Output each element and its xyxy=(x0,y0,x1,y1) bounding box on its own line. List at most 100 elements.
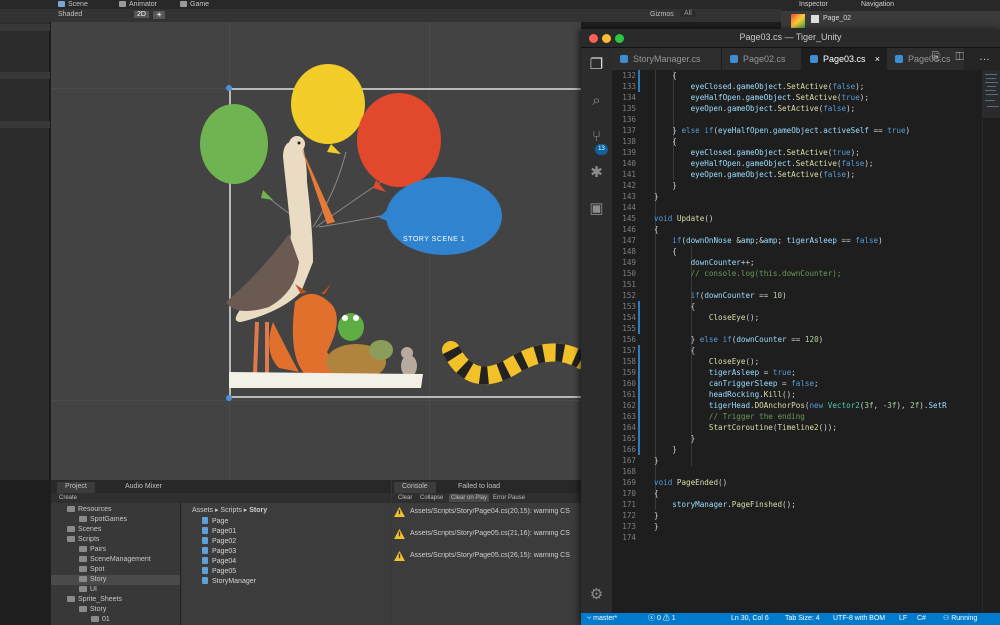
mode-2d-toggle[interactable]: 2D xyxy=(134,11,149,18)
code-line[interactable]: { xyxy=(654,136,677,147)
explorer-icon[interactable]: ❐ xyxy=(588,56,605,73)
tree-item-story-selected[interactable]: Story xyxy=(51,575,180,585)
console-row[interactable]: Assets/Scripts/Story/Page05.cs(21,16): w… xyxy=(392,529,581,543)
tree-item-spotgames[interactable]: SpotGames xyxy=(79,515,127,525)
file-item[interactable]: Page01 xyxy=(202,527,236,537)
code-line[interactable]: { xyxy=(654,301,696,312)
problems-status[interactable]: ⓧ 0 ⚠ 1 xyxy=(648,613,676,625)
code-line[interactable]: tigerAsleep = true; xyxy=(654,367,796,378)
tree-item-spot[interactable]: Spot xyxy=(79,565,104,575)
code-line[interactable]: } xyxy=(654,180,677,191)
close-tab-icon[interactable]: × xyxy=(875,48,880,70)
console-row[interactable]: Assets/Scripts/Story/Page04.cs(20,15): w… xyxy=(392,507,581,521)
file-item[interactable]: Page03 xyxy=(202,547,236,557)
code-line[interactable]: StartCoroutine(Timeline2()); xyxy=(654,422,837,433)
code-line[interactable]: eyeClosed.gameObject.SetActive(true); xyxy=(654,147,860,158)
code-line[interactable]: // Trigger the ending xyxy=(654,411,805,422)
hierarchy-row[interactable] xyxy=(0,24,50,31)
cursor-position[interactable]: Ln 30, Col 6 xyxy=(731,613,769,625)
hierarchy-row[interactable] xyxy=(0,121,50,128)
clear-button[interactable]: Clear xyxy=(396,494,414,502)
breadcrumb-item[interactable]: Scripts xyxy=(220,507,241,514)
scene-search-input[interactable]: All xyxy=(680,10,696,17)
code-line[interactable]: eyeClosed.gameObject.SetActive(false); xyxy=(654,81,865,92)
code-line[interactable]: canTriggerSleep = false; xyxy=(654,378,819,389)
code-line[interactable]: } xyxy=(654,191,659,202)
code-line[interactable]: // console.log(this.downCounter); xyxy=(654,268,842,279)
tree-item-sprite-sheets[interactable]: Sprite_Sheets xyxy=(67,595,122,605)
tab-audio-mixer[interactable]: Audio Mixer xyxy=(117,482,170,493)
code-line[interactable]: } else if(downCounter == 120) xyxy=(654,334,824,345)
tab-failed-to-load[interactable]: Failed to load xyxy=(450,482,508,493)
code-line[interactable]: eyeOpen.gameObject.SetActive(false); xyxy=(654,169,856,180)
running-status[interactable]: ⚇ Running xyxy=(943,613,977,625)
file-item[interactable]: Page02 xyxy=(202,537,236,547)
code-line[interactable]: tigerHead.DOAnchorPos(new Vector2(3f, -3… xyxy=(654,400,947,411)
code-line[interactable]: } xyxy=(654,433,696,444)
tree-item-ui[interactable]: UI xyxy=(79,585,97,595)
minimap[interactable] xyxy=(982,70,1000,613)
search-icon[interactable]: ⌕ xyxy=(588,92,605,109)
error-pause-button[interactable]: Error Pause xyxy=(491,494,527,502)
source-control-icon[interactable]: ⑂ xyxy=(588,128,605,145)
code-line[interactable]: CloseEye(); xyxy=(654,356,759,367)
code-line[interactable]: eyeOpen.gameObject.SetActive(false); xyxy=(654,103,856,114)
file-item[interactable]: StoryManager xyxy=(202,577,256,587)
tab-animator[interactable]: Animator xyxy=(117,0,157,9)
code-line[interactable]: void PageEnded() xyxy=(654,477,727,488)
git-branch-status[interactable]: ⑂ master* xyxy=(587,613,617,625)
code-line[interactable]: CloseEye(); xyxy=(654,312,759,323)
eol-status[interactable]: LF xyxy=(899,613,907,625)
console-row[interactable]: Assets/Scripts/Story/Page05.cs(26,15): w… xyxy=(392,551,581,565)
gizmos-dropdown[interactable]: Gizmos xyxy=(650,11,674,18)
tab-page02[interactable]: Page02.cs xyxy=(722,48,802,70)
tab-console[interactable]: Console xyxy=(394,482,436,493)
hierarchy-row[interactable] xyxy=(0,72,50,79)
editor-actions[interactable]: ⎘ ◫ … xyxy=(932,51,996,64)
language-status[interactable]: C# xyxy=(917,613,926,625)
lighting-icon[interactable]: ☀ xyxy=(153,11,166,19)
code-line[interactable]: void Update() xyxy=(654,213,713,224)
code-line[interactable]: { xyxy=(654,246,677,257)
create-button[interactable]: Create xyxy=(57,494,79,502)
code-line[interactable]: eyeHalfOpen.gameObject.SetActive(false); xyxy=(654,158,874,169)
tab-size-status[interactable]: Tab Size: 4 xyxy=(785,613,820,625)
tab-storymanager[interactable]: StoryManager.cs xyxy=(612,48,722,70)
extensions-icon[interactable]: ▣ xyxy=(588,200,605,217)
file-item[interactable]: Page04 xyxy=(202,557,236,567)
code-line[interactable]: } xyxy=(654,510,659,521)
tree-item-pairs[interactable]: Pairs xyxy=(79,545,106,555)
tree-item-scenes[interactable]: Scenes xyxy=(67,525,101,535)
tab-page03[interactable]: Page03.cs × xyxy=(802,48,887,70)
shading-dropdown[interactable]: Shaded xyxy=(58,11,82,18)
file-item[interactable]: Page05 xyxy=(202,567,236,577)
code-line[interactable]: } xyxy=(654,444,677,455)
breadcrumb-item[interactable]: Assets xyxy=(192,507,213,514)
code-line[interactable]: if(downOnNose &amp;&amp; tigerAsleep == … xyxy=(654,235,882,246)
code-editor[interactable]: 132 133 134 135 136 137 138 139 140 141 142 143 144 1… xyxy=(612,70,982,613)
debug-icon[interactable]: ✱ xyxy=(588,164,605,181)
tab-game[interactable]: Game xyxy=(178,0,209,9)
tab-project[interactable]: Project xyxy=(57,482,95,493)
tab-navigation[interactable]: Navigation xyxy=(861,1,894,8)
breadcrumb-item[interactable]: Story xyxy=(249,507,267,514)
code-line[interactable]: { xyxy=(654,70,677,81)
tab-inspector[interactable]: Inspector xyxy=(799,1,828,8)
code-line[interactable]: eyeHalfOpen.gameObject.SetActive(true); xyxy=(654,92,869,103)
tree-item-story-sprites[interactable]: Story xyxy=(79,605,106,615)
code-line[interactable]: storyManager.PageFinshed(); xyxy=(654,499,795,510)
code-line[interactable]: } xyxy=(654,455,659,466)
minimap-viewport[interactable] xyxy=(983,70,1000,118)
encoding-status[interactable]: UTF-8 with BOM xyxy=(833,613,885,625)
active-checkbox[interactable] xyxy=(811,15,819,23)
code-line[interactable]: { xyxy=(654,224,659,235)
code-line[interactable]: headRocking.Kill(); xyxy=(654,389,796,400)
tab-scene[interactable]: Scene xyxy=(56,0,88,9)
tree-item-scenemanagement[interactable]: SceneManagement xyxy=(79,555,151,565)
object-name-field[interactable]: Page_02 xyxy=(823,15,851,22)
tree-item-resources[interactable]: Resources xyxy=(67,505,111,515)
tree-item-scripts[interactable]: Scripts xyxy=(67,535,99,545)
code-line[interactable]: { xyxy=(654,345,696,356)
code-line[interactable]: } xyxy=(654,521,659,532)
clear-on-play-button[interactable]: Clear on Play xyxy=(449,494,490,502)
